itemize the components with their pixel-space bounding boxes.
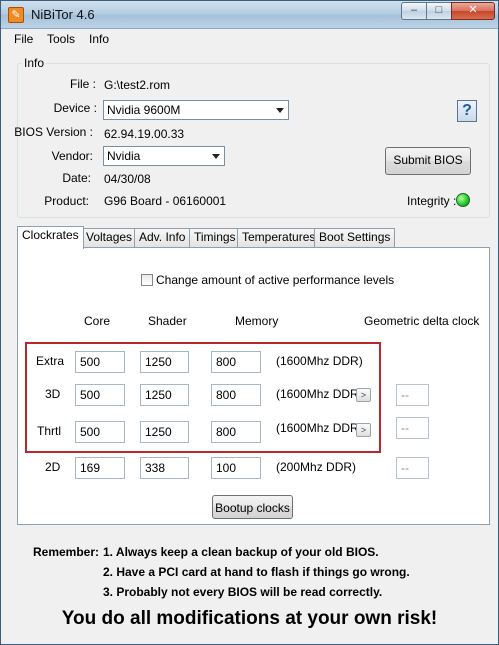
title-bar: ✎ NiBiTor 4.6 – □ ✕ <box>1 1 498 29</box>
2d-shader-input[interactable]: 338 <box>140 457 189 479</box>
device-select[interactable]: Nvidia 9600M <box>103 100 289 120</box>
vendor-select-value: Nvidia <box>107 149 141 163</box>
change-levels-checkbox[interactable] <box>141 274 153 286</box>
vendor-select[interactable]: Nvidia <box>103 146 225 166</box>
2d-core-input[interactable]: 169 <box>75 457 125 479</box>
2d-memory-note: (200Mhz DDR) <box>276 460 357 474</box>
minimize-button[interactable]: – <box>401 2 427 20</box>
tab-adv-info[interactable]: Adv. Info <box>134 228 191 247</box>
geo-delta-header: Geometric delta clock <box>364 314 480 328</box>
bootup-clocks-button[interactable]: Bootup clocks <box>212 495 293 519</box>
thrtl-geo-delta-input[interactable]: -- <box>396 417 429 439</box>
menu-file[interactable]: File <box>14 32 33 46</box>
menu-tools[interactable]: Tools <box>47 32 75 46</box>
maximize-icon: □ <box>435 4 443 16</box>
bios-version-label: BIOS Version : <box>14 125 93 139</box>
maximize-button[interactable]: □ <box>426 2 452 20</box>
remember-label: Remember: <box>33 545 100 559</box>
bios-version-value: 62.94.19.00.33 <box>104 127 185 141</box>
app-window: ✎ NiBiTor 4.6 – □ ✕ File Tools Info Info… <box>0 0 499 645</box>
tab-temperatures[interactable]: Temperatures <box>237 228 321 247</box>
note-line-2: 2. Have a PCI card at hand to flash if t… <box>103 565 410 579</box>
note-line-1: 1. Always keep a clean backup of your ol… <box>103 545 379 559</box>
close-button[interactable]: ✕ <box>451 2 495 20</box>
help-icon: ? <box>462 102 472 119</box>
highlight-box <box>25 342 381 453</box>
product-label: Product: <box>44 194 89 208</box>
2d-geo-delta-input[interactable]: -- <box>396 457 429 479</box>
date-label: Date: <box>62 171 91 185</box>
close-icon: ✕ <box>468 4 478 16</box>
row-label-2d: 2D <box>45 460 61 474</box>
date-value: 04/30/08 <box>104 172 151 186</box>
chevron-down-icon <box>212 154 220 159</box>
help-button[interactable]: ? <box>457 100 477 122</box>
product-value: G96 Board - 06160001 <box>104 194 227 208</box>
3d-geo-delta-input[interactable]: -- <box>396 384 429 406</box>
tab-boot-settings[interactable]: Boot Settings <box>314 228 396 247</box>
menu-bar: File Tools Info <box>1 30 498 50</box>
tab-clockrates[interactable]: Clockrates <box>17 226 84 249</box>
window-title: NiBiTor 4.6 <box>31 7 95 22</box>
memory-header: Memory <box>235 314 279 328</box>
integrity-label: Integrity : <box>407 194 457 208</box>
core-header: Core <box>84 314 111 328</box>
vendor-label: Vendor: <box>51 149 93 163</box>
chevron-down-icon <box>276 108 284 113</box>
info-group-legend: Info <box>24 56 45 70</box>
risk-warning: You do all modifications at your own ris… <box>61 608 438 629</box>
nibitor-app-icon: ✎ <box>8 7 24 23</box>
shader-header: Shader <box>148 314 187 328</box>
minimize-icon: – <box>410 4 418 16</box>
menu-info[interactable]: Info <box>89 32 109 46</box>
file-value: G:\test2.rom <box>104 78 171 92</box>
device-label: Device : <box>53 101 97 115</box>
integrity-status-icon <box>456 193 470 207</box>
device-select-value: Nvidia 9600M <box>107 103 181 117</box>
change-levels-label: Change amount of active performance leve… <box>156 273 395 287</box>
note-line-3: 3. Probably not every BIOS will be read … <box>103 585 383 599</box>
tab-timings[interactable]: Timings <box>189 228 241 247</box>
file-label: File : <box>69 77 96 91</box>
tab-voltages[interactable]: Voltages <box>81 228 138 247</box>
2d-memory-input[interactable]: 100 <box>211 457 261 479</box>
submit-bios-button[interactable]: Submit BIOS <box>385 147 471 175</box>
